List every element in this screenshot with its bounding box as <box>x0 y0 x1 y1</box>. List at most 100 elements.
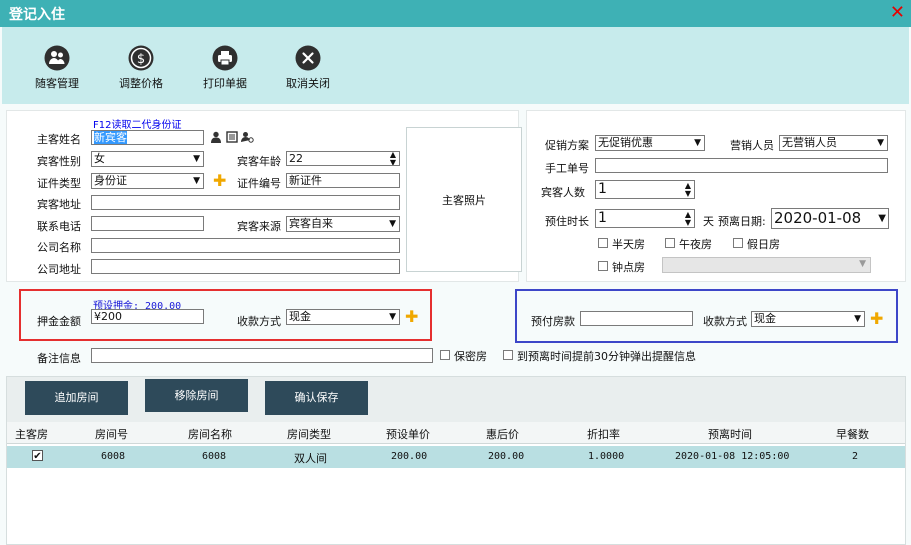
age-value: 22 <box>289 152 303 165</box>
cancel-close-button[interactable]: 取消关闭 <box>272 45 344 91</box>
promo-label: 促销方案 <box>545 139 589 152</box>
manual-no-input[interactable] <box>595 158 888 173</box>
remind-label: 到预离时间提前30分钟弹出提醒信息 <box>517 350 696 363</box>
sales-select[interactable]: 无营销人员 ▼ <box>779 135 888 151</box>
promo-value: 无促销优惠 <box>598 136 653 149</box>
room-type-cell: 双人间 <box>294 452 327 465</box>
stay-length-value: 1 <box>598 210 607 226</box>
gender-value: 女 <box>94 152 105 165</box>
company-input[interactable] <box>91 238 400 253</box>
add-prepay-method-icon[interactable]: ✚ <box>870 311 883 327</box>
chevron-down-icon: ▼ <box>877 138 884 148</box>
adjust-price-button[interactable]: $ 调整价格 <box>105 45 177 91</box>
add-room-button[interactable]: 追加房间 <box>25 381 128 415</box>
source-label: 宾客来源 <box>237 220 281 233</box>
source-select[interactable]: 宾客自来 ▼ <box>286 216 400 232</box>
close-icon[interactable]: ✕ <box>890 2 905 23</box>
main-room-checkbox[interactable]: ✔ <box>32 450 43 462</box>
confirm-save-button[interactable]: 确认保存 <box>265 381 368 415</box>
dollar-icon: $ <box>128 45 154 71</box>
person-icon[interactable] <box>210 131 222 143</box>
remark-input[interactable] <box>91 348 433 363</box>
hourly-select[interactable]: ▼ <box>662 257 871 273</box>
holiday-checkbox[interactable] <box>733 238 743 248</box>
deposit-method-value: 现金 <box>289 310 311 323</box>
prepay-input[interactable] <box>580 311 693 326</box>
title-bar <box>0 0 911 27</box>
guest-name-value: 新宾客 <box>94 131 127 144</box>
table-row[interactable]: ✔ 6008 6008 双人间 200.00 200.00 1.0000 202… <box>7 446 905 468</box>
column-header[interactable]: 惠后价 <box>486 426 519 442</box>
guests-count-spinner[interactable]: 1 ▲ ▼ <box>595 180 695 199</box>
deposit-amount-label: 押金金额 <box>37 315 81 328</box>
remove-room-button[interactable]: 移除房间 <box>145 379 248 412</box>
remark-label: 备注信息 <box>37 352 81 365</box>
column-header[interactable]: 早餐数 <box>836 426 869 442</box>
column-header[interactable]: 预离时间 <box>708 426 752 442</box>
add-id-type-icon[interactable]: ✚ <box>213 173 226 189</box>
user-search-icon[interactable] <box>241 131 254 143</box>
column-header[interactable]: 房间名称 <box>188 426 232 442</box>
print-label: 打印单据 <box>203 77 247 90</box>
secret-room-checkbox[interactable] <box>440 350 450 360</box>
sales-value: 无营销人员 <box>782 136 837 149</box>
printer-icon <box>212 45 238 71</box>
spinner-arrows-icon[interactable]: ▲ ▼ <box>390 152 396 165</box>
spinner-arrows-icon[interactable]: ▲ ▼ <box>685 211 691 227</box>
chevron-down-icon: ▼ <box>854 314 861 324</box>
spinner-arrows-icon[interactable]: ▲ ▼ <box>685 182 691 198</box>
column-header[interactable]: 房间类型 <box>287 426 331 442</box>
room-action-bar <box>7 377 905 422</box>
gender-select[interactable]: 女 ▼ <box>91 151 204 167</box>
close-circle-icon <box>295 45 321 71</box>
discount-rate-cell: 1.0000 <box>588 451 625 462</box>
midnight-checkbox[interactable] <box>665 238 675 248</box>
remind-checkbox[interactable] <box>503 350 513 360</box>
id-reader-link[interactable]: F12读取二代身份证 <box>93 116 181 131</box>
guest-manage-button[interactable]: 随客管理 <box>21 45 93 91</box>
chevron-down-icon: ▼ <box>878 213 886 224</box>
prepay-method-select[interactable]: 现金 ▼ <box>751 311 865 327</box>
hourly-checkbox[interactable] <box>598 261 608 271</box>
age-spinner[interactable]: 22 ▲ ▼ <box>286 151 400 166</box>
company-address-input[interactable] <box>91 259 400 274</box>
guest-name-input[interactable]: 新宾客 <box>91 130 204 145</box>
preset-price-cell: 200.00 <box>391 451 428 462</box>
half-day-checkbox[interactable] <box>598 238 608 248</box>
promo-select[interactable]: 无促销优惠 ▼ <box>595 135 705 151</box>
depart-time-cell: 2020-01-08 12:05:00 <box>675 451 790 462</box>
gender-label: 宾客性别 <box>37 155 81 168</box>
phone-input[interactable] <box>91 216 204 231</box>
depart-date-picker[interactable]: 2020-01-08 ▼ <box>771 208 889 229</box>
id-no-input[interactable]: 新证件 <box>286 173 400 188</box>
depart-date-value: 2020-01-08 <box>774 209 862 227</box>
breakfast-cell: 2 <box>852 451 859 462</box>
column-header[interactable]: 房间号 <box>95 426 128 442</box>
guest-manage-label: 随客管理 <box>35 77 79 90</box>
add-payment-method-icon[interactable]: ✚ <box>405 309 418 325</box>
list-icon[interactable] <box>226 131 238 143</box>
midnight-label: 午夜房 <box>679 238 712 251</box>
column-header[interactable]: 主客房 <box>15 426 48 442</box>
deposit-amount-input[interactable]: ¥200 <box>91 309 204 324</box>
id-type-select[interactable]: 身份证 ▼ <box>91 173 204 189</box>
deposit-method-select[interactable]: 现金 ▼ <box>286 309 400 325</box>
secret-room-label: 保密房 <box>454 350 487 363</box>
window-title: 登记入住 <box>9 7 65 23</box>
guest-photo[interactable]: 主客照片 <box>406 127 522 272</box>
address-input[interactable] <box>91 195 400 210</box>
address-label: 宾客地址 <box>37 198 81 211</box>
chevron-down-icon: ▼ <box>389 219 396 229</box>
manual-no-label: 手工单号 <box>545 162 589 175</box>
id-type-value: 身份证 <box>94 174 127 187</box>
half-day-label: 半天房 <box>612 238 645 251</box>
guests-count-value: 1 <box>598 181 607 197</box>
depart-date-label: 预离日期: <box>718 215 766 228</box>
cancel-close-label: 取消关闭 <box>286 77 330 90</box>
chevron-down-icon: ▼ <box>193 176 200 186</box>
stay-length-spinner[interactable]: 1 ▲ ▼ <box>595 209 695 228</box>
column-header[interactable]: 折扣率 <box>587 426 620 442</box>
print-button[interactable]: 打印单据 <box>189 45 261 91</box>
column-header[interactable]: 预设单价 <box>386 426 430 442</box>
name-label: 主客姓名 <box>37 133 81 146</box>
